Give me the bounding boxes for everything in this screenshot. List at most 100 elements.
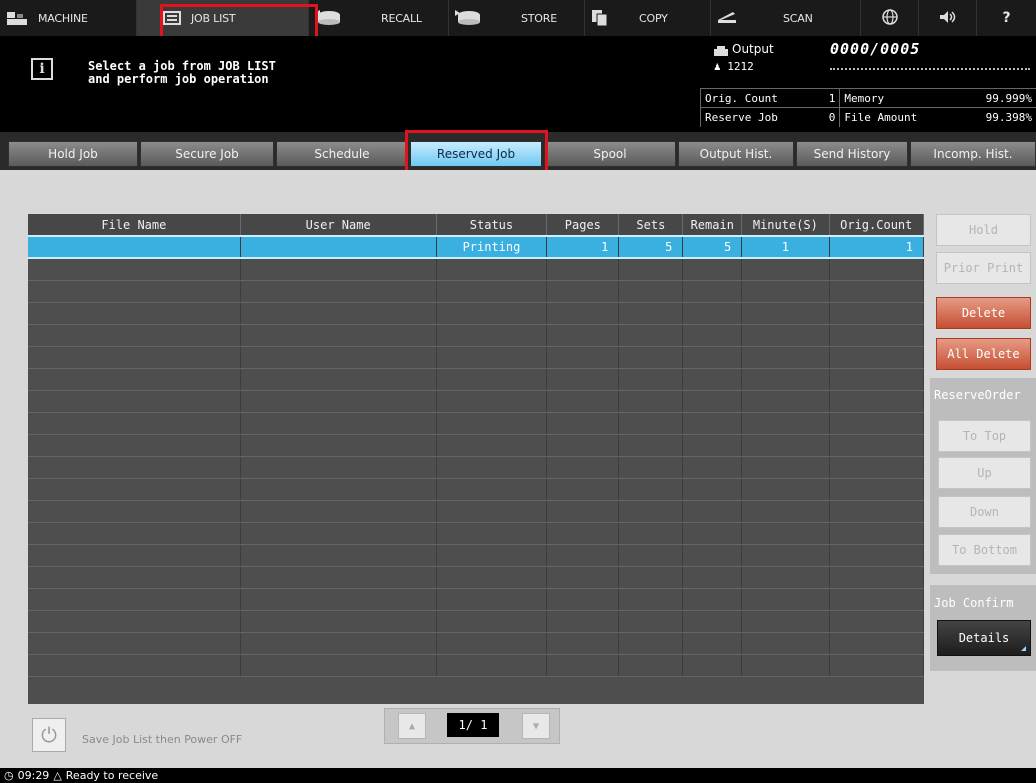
globe-button[interactable]	[861, 0, 919, 36]
empty-cell	[829, 302, 925, 325]
empty-cell	[682, 522, 743, 545]
col-user-name[interactable]: User Name	[240, 214, 437, 236]
empty-cell	[682, 610, 743, 633]
empty-cell	[741, 280, 830, 303]
empty-cell	[741, 522, 830, 545]
empty-cell	[436, 610, 548, 633]
tab-incomplete-history[interactable]: Incomp. Hist.	[910, 141, 1036, 167]
empty-cell	[28, 566, 241, 589]
corner-indicator-icon	[1021, 646, 1026, 651]
page-up-button[interactable]: ▲	[398, 713, 426, 739]
tab-hold-job[interactable]: Hold Job	[8, 141, 138, 167]
empty-cell	[682, 324, 743, 347]
empty-cell	[546, 544, 620, 567]
orig-count-value: 1	[818, 88, 840, 108]
col-file-name[interactable]: File Name	[28, 214, 241, 236]
top-menu-bar: MACHINE JOB LIST RECALL STORE COPY SCAN	[0, 0, 1036, 36]
col-sets[interactable]: Sets	[618, 214, 684, 236]
tab-schedule[interactable]: Schedule	[276, 141, 408, 167]
store-icon	[455, 10, 481, 26]
delete-button[interactable]: Delete	[936, 297, 1031, 329]
empty-cell	[240, 456, 437, 479]
col-pages[interactable]: Pages	[546, 214, 620, 236]
to-bottom-button[interactable]: To Bottom	[938, 534, 1031, 566]
tab-job-list[interactable]: JOB LIST	[137, 0, 309, 36]
tab-secure-job[interactable]: Secure Job	[140, 141, 274, 167]
empty-row	[28, 302, 925, 325]
empty-cell	[28, 258, 241, 281]
power-off-button[interactable]: ⏻	[32, 718, 66, 752]
empty-cell	[829, 522, 925, 545]
empty-cell	[618, 610, 684, 633]
tab-scan[interactable]: SCAN	[711, 0, 861, 36]
help-button[interactable]: ?	[977, 0, 1036, 36]
empty-cell	[829, 456, 925, 479]
volume-button[interactable]	[919, 0, 977, 36]
page-down-button[interactable]: ▼	[522, 713, 550, 739]
details-button[interactable]: Details	[937, 620, 1031, 656]
empty-cell	[682, 258, 743, 281]
empty-cell	[28, 478, 241, 501]
table-row[interactable]: Printing 1 5 5 1 1	[28, 235, 925, 259]
tab-machine[interactable]: MACHINE	[0, 0, 137, 36]
cell-file-name	[28, 235, 241, 259]
tab-store[interactable]: STORE	[449, 0, 585, 36]
tab-job-list-label: JOB LIST	[191, 11, 236, 25]
reserve-job-value: 0	[818, 107, 840, 127]
hold-button[interactable]: Hold	[936, 214, 1031, 246]
empty-cell	[240, 500, 437, 523]
empty-cell	[618, 324, 684, 347]
up-button[interactable]: Up	[938, 457, 1031, 489]
empty-cell	[240, 302, 437, 325]
tab-reserved-job[interactable]: Reserved Job	[410, 141, 542, 167]
empty-cell	[28, 610, 241, 633]
col-remain[interactable]: Remain	[682, 214, 743, 236]
empty-cell	[682, 412, 743, 435]
tab-output-history[interactable]: Output Hist.	[678, 141, 794, 167]
details-label: Details	[958, 631, 1010, 645]
empty-cell	[546, 434, 620, 457]
down-button[interactable]: Down	[938, 496, 1031, 528]
ready-icon: △	[53, 769, 62, 782]
empty-cell	[618, 478, 684, 501]
empty-cell	[618, 632, 684, 655]
to-top-button[interactable]: To Top	[938, 420, 1031, 452]
tab-recall[interactable]: RECALL	[309, 0, 449, 36]
empty-cell	[618, 258, 684, 281]
empty-cell	[741, 654, 830, 677]
empty-cell	[741, 500, 830, 523]
empty-cell	[28, 522, 241, 545]
empty-cell	[546, 280, 620, 303]
empty-cell	[546, 654, 620, 677]
prior-print-button[interactable]: Prior Print	[936, 252, 1031, 284]
empty-cell	[682, 434, 743, 457]
col-orig-count[interactable]: Orig.Count	[829, 214, 925, 236]
col-status[interactable]: Status	[436, 214, 548, 236]
all-delete-button[interactable]: All Delete	[936, 338, 1031, 370]
empty-cell	[618, 588, 684, 611]
empty-cell	[682, 280, 743, 303]
instruction-message: Select a job from JOB LIST and perform j…	[88, 60, 276, 86]
recall-icon	[315, 10, 341, 26]
cell-orig-count: 1	[829, 235, 925, 259]
orig-count-label: Orig. Count	[700, 88, 819, 108]
tab-spool[interactable]: Spool	[544, 141, 676, 167]
tab-scan-label: SCAN	[783, 11, 813, 25]
tab-send-history[interactable]: Send History	[796, 141, 908, 167]
empty-row	[28, 434, 925, 457]
empty-cell	[28, 588, 241, 611]
empty-cell	[436, 654, 548, 677]
empty-cell	[436, 456, 548, 479]
empty-cell	[741, 390, 830, 413]
col-minutes[interactable]: Minute(S)	[741, 214, 830, 236]
table-header: File Name User Name Status Pages Sets Re…	[28, 214, 925, 236]
cell-status: Printing	[436, 235, 548, 259]
triangle-down-icon: ▼	[532, 720, 540, 732]
file-amount-value: 99.398%	[957, 107, 1036, 127]
empty-cell	[741, 632, 830, 655]
dotted-divider	[830, 68, 1030, 70]
empty-cell	[436, 500, 548, 523]
empty-cell	[682, 456, 743, 479]
tab-copy[interactable]: COPY	[585, 0, 711, 36]
empty-cell	[741, 566, 830, 589]
